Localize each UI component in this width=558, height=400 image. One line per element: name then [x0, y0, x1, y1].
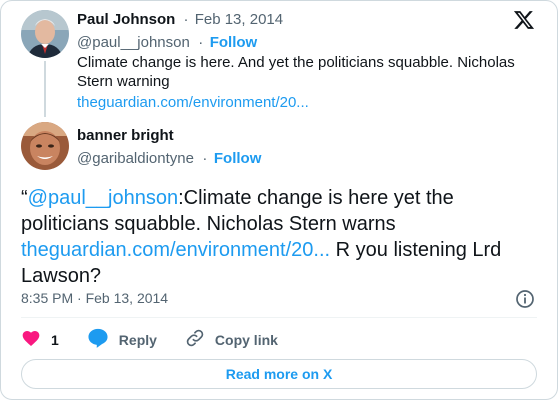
thread-connector-line — [44, 61, 46, 117]
read-more-label: Read more on X — [225, 366, 333, 382]
like-count: 1 — [51, 331, 59, 348]
main-author-avatar[interactable] — [21, 122, 69, 170]
parent-tweet-text: Climate change is here. And yet the poli… — [77, 54, 515, 90]
main-author-name[interactable]: banner bright — [77, 127, 174, 144]
parent-author-avatar[interactable] — [21, 10, 69, 58]
reply-icon — [87, 328, 119, 351]
main-tweet-text: “@paul__johnson:Climate change is here y… — [21, 185, 521, 289]
date-separator: · — [183, 11, 189, 28]
main-handle-row: @garibaldiontyne · Follow — [77, 150, 261, 168]
main-follow-button[interactable]: Follow — [214, 150, 262, 167]
quote-mark: “ — [21, 187, 28, 209]
heart-icon — [21, 328, 51, 351]
tweet-timestamp[interactable]: 8:35 PM · Feb 13, 2014 — [21, 290, 168, 306]
parent-author-name[interactable]: Paul Johnson — [77, 11, 175, 28]
action-bar: 1 Reply Copy link — [21, 328, 306, 351]
info-icon[interactable] — [515, 289, 535, 314]
read-more-button[interactable]: Read more on X — [21, 359, 537, 389]
handle-separator: · — [202, 150, 208, 167]
reply-label: Reply — [118, 331, 157, 348]
copy-link-label: Copy link — [214, 331, 278, 348]
main-tweet-link[interactable]: theguardian.com/environment/20... — [21, 239, 330, 261]
copy-link-button[interactable]: Copy link — [185, 328, 278, 351]
link-icon — [185, 328, 215, 351]
parent-tweet-header: Paul Johnson · Feb 13, 2014 — [77, 11, 283, 28]
reply-button[interactable]: Reply — [87, 328, 157, 351]
parent-handle-row: @paul__johnson · Follow — [77, 34, 257, 52]
main-tweet-header: banner bright — [77, 127, 174, 145]
x-logo-icon[interactable] — [513, 9, 535, 36]
like-button[interactable]: 1 — [21, 328, 59, 351]
mention-link[interactable]: @paul__johnson — [28, 187, 178, 209]
parent-tweet-date[interactable]: Feb 13, 2014 — [195, 11, 283, 28]
parent-tweet-link[interactable]: theguardian.com/environment/20... — [77, 94, 309, 111]
parent-follow-button[interactable]: Follow — [210, 34, 258, 51]
tweet-embed-card: Paul Johnson · Feb 13, 2014 @paul__johns… — [0, 0, 558, 400]
divider — [21, 317, 537, 318]
handle-separator: · — [198, 34, 204, 51]
parent-author-handle[interactable]: @paul__johnson — [77, 34, 190, 51]
main-author-handle[interactable]: @garibaldiontyne — [77, 150, 194, 167]
